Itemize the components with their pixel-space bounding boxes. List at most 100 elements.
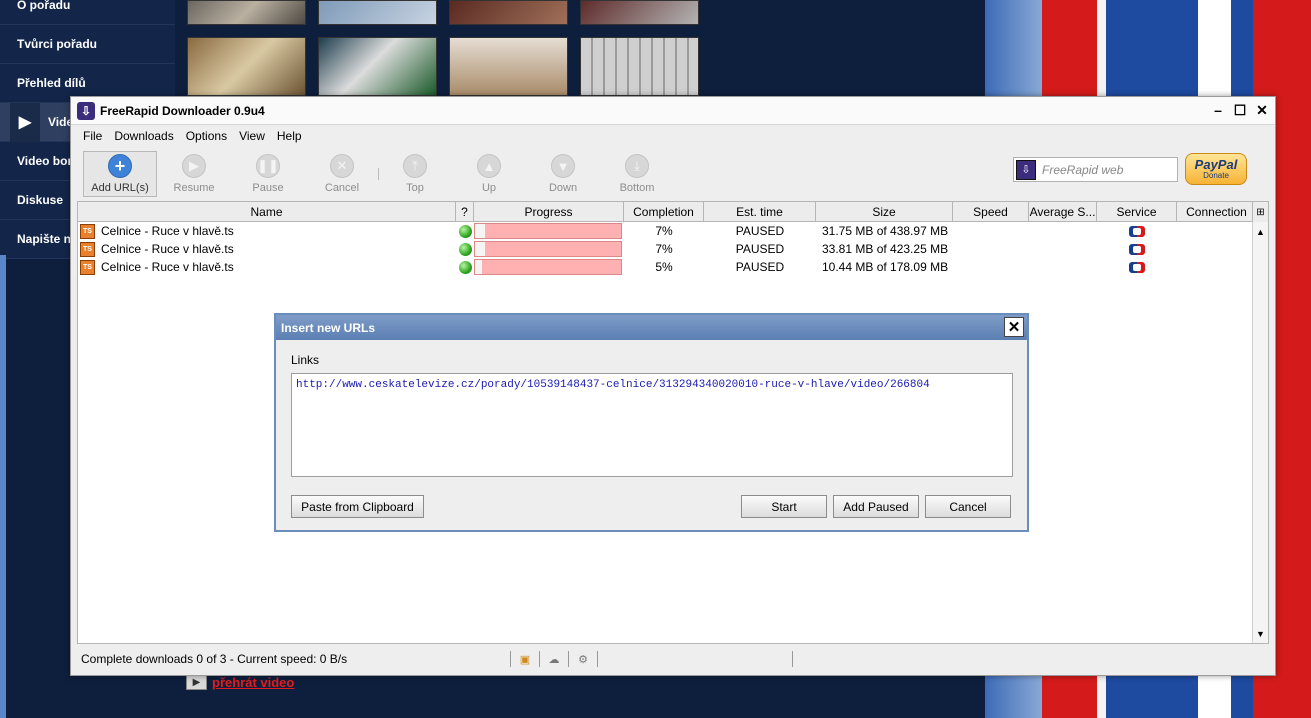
status-separator bbox=[539, 651, 540, 667]
column-header-service[interactable]: Service bbox=[1097, 202, 1177, 221]
toolbar-label: Cancel bbox=[324, 182, 360, 194]
size-value: 31.75 MB of 438.97 MB bbox=[822, 224, 949, 238]
est-time-value: PAUSED bbox=[735, 260, 785, 274]
nav-label: O pořadu bbox=[17, 0, 71, 12]
start-button[interactable]: Start bbox=[741, 495, 827, 518]
menu-file[interactable]: File bbox=[77, 129, 108, 143]
app-logo-icon: ⇩ bbox=[1016, 159, 1036, 180]
video-thumbnail[interactable] bbox=[318, 37, 437, 96]
column-header-name[interactable]: Name bbox=[78, 202, 456, 221]
resume-button[interactable]: ▶ Resume bbox=[157, 151, 231, 197]
size-value: 33.81 MB of 423.25 MB bbox=[822, 242, 949, 256]
table-row[interactable]: TS Celnice - Ruce v hlavě.ts 7% PAUSED 31… bbox=[78, 222, 1268, 240]
window-title: FreeRapid Downloader 0.9u4 bbox=[100, 103, 265, 118]
move-down-button[interactable]: ▼ Down bbox=[526, 151, 600, 197]
nav-label: Přehled dílů bbox=[17, 76, 86, 90]
column-header-connection[interactable]: Connection bbox=[1177, 202, 1257, 221]
column-header-avg-speed[interactable]: Average S... bbox=[1029, 202, 1097, 221]
table-row[interactable]: TS Celnice - Ruce v hlavě.ts 7% PAUSED 33… bbox=[78, 240, 1268, 258]
cancel-download-button[interactable]: ✕ Cancel bbox=[305, 151, 379, 197]
toolbar-label: Up bbox=[481, 182, 497, 194]
table-header: Name ? Progress Completion Est. time Siz… bbox=[78, 202, 1268, 222]
speed-value bbox=[953, 240, 1029, 258]
progress-fill bbox=[475, 242, 486, 256]
column-header-completion[interactable]: Completion bbox=[624, 202, 704, 221]
add-paused-button[interactable]: Add Paused bbox=[833, 495, 919, 518]
column-header-est-time[interactable]: Est. time bbox=[704, 202, 816, 221]
pause-button[interactable]: ❚❚ Pause bbox=[231, 151, 305, 197]
dialog-title-bar[interactable]: Insert new URLs ✕ bbox=[276, 315, 1027, 340]
status-separator bbox=[792, 651, 793, 667]
connection-icon[interactable]: ☁ bbox=[547, 652, 561, 666]
table-body: TS Celnice - Ruce v hlavě.ts 7% PAUSED 31… bbox=[78, 222, 1268, 276]
move-up-button[interactable]: ▲ Up bbox=[452, 151, 526, 197]
column-chooser-icon[interactable]: ⊞ bbox=[1252, 202, 1268, 222]
menu-options[interactable]: Options bbox=[180, 129, 233, 143]
close-icon[interactable]: ✕ bbox=[1004, 317, 1024, 337]
menu-view[interactable]: View bbox=[233, 129, 271, 143]
speed-value bbox=[953, 222, 1029, 240]
video-thumbnail[interactable] bbox=[187, 0, 306, 25]
column-header-progress[interactable]: Progress bbox=[474, 202, 624, 221]
move-bottom-button[interactable]: ⤓ Bottom bbox=[600, 151, 674, 197]
table-row[interactable]: TS Celnice - Ruce v hlavě.ts 5% PAUSED 10… bbox=[78, 258, 1268, 276]
service-ct-icon bbox=[1129, 261, 1145, 273]
video-thumbnail[interactable] bbox=[449, 0, 568, 25]
scroll-up-icon[interactable]: ▲ bbox=[1253, 224, 1268, 239]
close-icon[interactable]: ✕ bbox=[1253, 101, 1271, 119]
completion-value: 7% bbox=[655, 242, 673, 256]
minimize-icon[interactable]: – bbox=[1209, 101, 1227, 119]
completion-value: 5% bbox=[655, 260, 673, 274]
plus-icon: + bbox=[108, 154, 132, 178]
toolbar-label: Resume bbox=[173, 182, 215, 194]
nav-item-about[interactable]: O pořadu bbox=[0, 0, 175, 25]
progress-bar bbox=[474, 241, 622, 257]
video-thumbnail[interactable] bbox=[187, 37, 306, 96]
cancel-button[interactable]: Cancel bbox=[925, 495, 1011, 518]
video-thumbnail[interactable] bbox=[580, 0, 699, 25]
play-video-link[interactable]: ▶ přehrát video bbox=[186, 674, 294, 690]
status-ok-icon bbox=[458, 260, 472, 274]
est-time-value: PAUSED bbox=[735, 242, 785, 256]
video-thumbnail[interactable] bbox=[580, 37, 699, 96]
progress-fill bbox=[475, 260, 483, 274]
avg-speed-value bbox=[1029, 222, 1097, 240]
donate-label: Donate bbox=[1203, 171, 1229, 180]
toolbar: + Add URL(s) ▶ Resume ❚❚ Pause ✕ Cancel … bbox=[71, 147, 1275, 201]
down-icon: ▼ bbox=[551, 154, 575, 178]
video-thumbnail[interactable] bbox=[449, 37, 568, 96]
paypal-donate-button[interactable]: PayPal Donate bbox=[1185, 153, 1247, 185]
service-ct-icon bbox=[1129, 243, 1145, 255]
toolbar-label: Add URL(s) bbox=[91, 182, 149, 194]
ts-file-icon: TS bbox=[80, 223, 95, 239]
move-top-button[interactable]: ⤒ Top bbox=[378, 151, 452, 197]
nav-item-creators[interactable]: Tvůrci pořadu bbox=[0, 25, 175, 64]
bottom-icon: ⤓ bbox=[625, 154, 649, 178]
est-time-value: PAUSED bbox=[735, 224, 785, 238]
plugin-icon[interactable]: ⚙ bbox=[576, 652, 590, 666]
menu-help[interactable]: Help bbox=[271, 129, 308, 143]
avg-speed-value bbox=[1029, 258, 1097, 276]
service-ct-icon bbox=[1129, 225, 1145, 237]
menu-bar: File Downloads Options View Help bbox=[71, 125, 1275, 147]
vertical-scrollbar[interactable]: ▲ ▼ bbox=[1252, 222, 1268, 643]
column-header-speed[interactable]: Speed bbox=[953, 202, 1029, 221]
title-bar[interactable]: ⇩ FreeRapid Downloader 0.9u4 – ☐ ✕ bbox=[71, 97, 1275, 125]
menu-downloads[interactable]: Downloads bbox=[108, 129, 179, 143]
completion-value: 7% bbox=[655, 224, 673, 238]
column-header-status[interactable]: ? bbox=[456, 202, 474, 221]
toolbar-label: Pause bbox=[252, 182, 284, 194]
clipboard-monitor-icon[interactable]: ▣ bbox=[518, 652, 532, 666]
maximize-icon[interactable]: ☐ bbox=[1231, 101, 1249, 119]
connection-value bbox=[1177, 240, 1257, 258]
play-icon: ▶ bbox=[186, 674, 207, 690]
play-icon: ▶ bbox=[10, 103, 40, 142]
add-urls-button[interactable]: + Add URL(s) bbox=[83, 151, 157, 197]
scroll-down-icon[interactable]: ▼ bbox=[1253, 626, 1268, 641]
dialog-title: Insert new URLs bbox=[281, 320, 376, 335]
video-thumbnail[interactable] bbox=[318, 0, 437, 25]
column-header-size[interactable]: Size bbox=[816, 202, 953, 221]
paste-from-clipboard-button[interactable]: Paste from Clipboard bbox=[291, 495, 424, 518]
freerapid-web-field[interactable]: ⇩ FreeRapid web bbox=[1013, 157, 1178, 182]
links-textarea[interactable]: http://www.ceskatelevize.cz/porady/10539… bbox=[291, 373, 1013, 477]
